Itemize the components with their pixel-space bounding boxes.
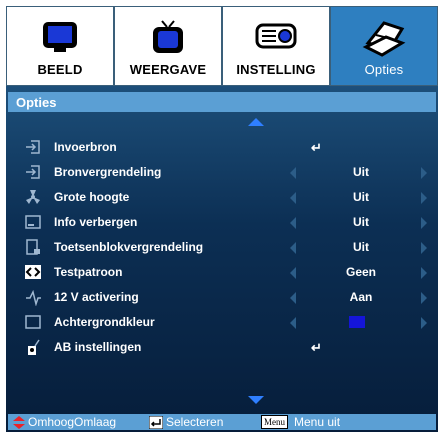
menu-row-high-altitude[interactable]: Grote hoogte Uit: [6, 186, 438, 208]
left-arrow-icon[interactable]: [290, 292, 296, 304]
options-icon: [362, 19, 406, 62]
tab-label: INSTELLING: [236, 62, 316, 77]
options-panel: Opties Invoerbron ↵ Bronvergrendeling Ui…: [6, 86, 438, 432]
row-value: Aan: [349, 290, 373, 304]
left-arrow-icon[interactable]: [290, 317, 296, 329]
row-value: Geen: [345, 265, 376, 279]
left-arrow-icon[interactable]: [290, 217, 296, 229]
info-hide-icon: [24, 213, 42, 231]
row-label: Testpatroon: [54, 265, 123, 279]
keypad-lock-icon: [24, 238, 42, 256]
panel-title: Opties: [16, 95, 57, 110]
menu-row-info-hide[interactable]: Info verbergen Uit: [6, 211, 438, 233]
row-label: Invoerbron: [54, 140, 117, 154]
hint-bar: OmhoogOmlaag Selecteren Menu Menu uit: [8, 414, 436, 430]
tab-weergave[interactable]: WEERGAVE: [114, 6, 222, 86]
row-label: Info verbergen: [54, 215, 138, 229]
row-label: Bronvergrendeling: [54, 165, 162, 179]
menu-tab-bar: BEELD WEERGAVE INSTELLING Opties: [6, 6, 438, 86]
advanced-settings-icon: [24, 338, 42, 356]
row-value: Uit: [353, 165, 369, 179]
right-arrow-icon[interactable]: [421, 192, 427, 204]
projector-icon: [254, 19, 298, 56]
test-pattern-icon: [24, 263, 42, 281]
menu-row-12v-trigger[interactable]: 12 V activering Aan: [6, 286, 438, 308]
menu-row-test-pattern[interactable]: Testpatroon Geen: [6, 261, 438, 283]
row-value: Uit: [353, 215, 369, 229]
right-arrow-icon[interactable]: [421, 317, 427, 329]
left-arrow-icon[interactable]: [290, 242, 296, 254]
background-color-swatch: [349, 316, 365, 328]
row-value: Uit: [353, 240, 369, 254]
hint-select: Selecteren: [166, 415, 224, 429]
right-arrow-icon[interactable]: [421, 242, 427, 254]
source-lock-icon: [24, 163, 42, 181]
scroll-up-icon[interactable]: [248, 118, 264, 126]
left-arrow-icon[interactable]: [290, 267, 296, 279]
right-arrow-icon[interactable]: [421, 167, 427, 179]
enter-icon[interactable]: ↵: [311, 140, 322, 156]
menu-row-background-color[interactable]: Achtergrondkleur: [6, 311, 438, 333]
tab-label: Opties: [364, 62, 404, 77]
row-label: Toetsenblokvergrendeling: [54, 240, 204, 254]
left-arrow-icon[interactable]: [290, 192, 296, 204]
tab-instelling[interactable]: INSTELLING: [222, 6, 330, 86]
monitor-icon: [40, 19, 80, 58]
left-arrow-icon[interactable]: [290, 167, 296, 179]
hint-menu-exit: Menu uit: [294, 415, 341, 429]
12v-trigger-icon: [24, 288, 42, 307]
menu-row-keypad-lock[interactable]: Toetsenblokvergrendeling Uit: [6, 236, 438, 258]
tab-beeld[interactable]: BEELD: [6, 6, 114, 86]
right-arrow-icon[interactable]: [421, 217, 427, 229]
enter-icon[interactable]: ↵: [311, 340, 322, 356]
tab-label: BEELD: [37, 62, 83, 77]
up-down-arrows-icon: [12, 416, 26, 432]
right-arrow-icon[interactable]: [421, 292, 427, 304]
tab-label: WEERGAVE: [129, 62, 207, 77]
row-label: Achtergrondkleur: [54, 315, 155, 329]
menu-key-icon: Menu: [261, 415, 288, 429]
panel-title-bar: Opties: [8, 92, 436, 112]
input-source-icon: [24, 138, 42, 156]
row-label: AB instellingen: [54, 340, 142, 354]
background-color-icon: [24, 313, 42, 331]
row-value: Uit: [353, 190, 369, 204]
tab-opties[interactable]: Opties: [330, 6, 438, 86]
hint-updown: OmhoogOmlaag: [28, 415, 117, 429]
high-altitude-icon: [24, 188, 42, 206]
tv-icon: [148, 19, 188, 60]
row-label: Grote hoogte: [54, 190, 130, 204]
enter-key-icon: [148, 415, 164, 432]
menu-row-source-lock[interactable]: Bronvergrendeling Uit: [6, 161, 438, 183]
right-arrow-icon[interactable]: [421, 267, 427, 279]
scroll-down-icon[interactable]: [248, 396, 264, 404]
row-label: 12 V activering: [54, 290, 139, 304]
menu-row-advanced-settings[interactable]: AB instellingen ↵: [6, 336, 438, 358]
menu-row-input-source[interactable]: Invoerbron ↵: [6, 136, 438, 158]
